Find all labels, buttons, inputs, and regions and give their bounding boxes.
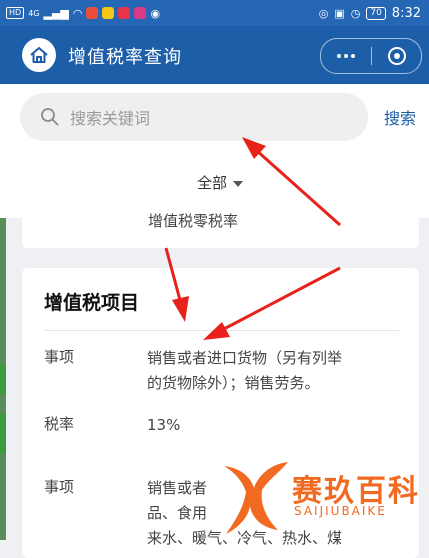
more-dots-icon[interactable]: [321, 39, 371, 73]
watermark-subtext: SAIJIUBAIKE: [294, 504, 387, 518]
qq-icon: ◉: [150, 6, 161, 20]
search-icon: [41, 108, 59, 126]
network-indicator: 4G: [28, 8, 40, 18]
notification-app-icon: [134, 7, 147, 19]
page-title: 增值税率查询: [68, 47, 182, 68]
row-value: 13%: [147, 413, 407, 438]
search-button[interactable]: 搜索: [384, 105, 416, 129]
notification-app-icon: [102, 7, 115, 19]
hd-indicator: HD: [6, 7, 25, 19]
capsule-menu: [320, 38, 422, 74]
card-title: 增值税项目: [44, 292, 140, 314]
row-value-line: 销售或者进口货物（另有列举: [147, 349, 343, 367]
notification-app-icon: [86, 7, 99, 19]
row-label: 税率: [44, 415, 75, 433]
row-value-line: 的货物除外）；销售劳务。: [147, 374, 320, 392]
row-value-line: 13%: [147, 416, 181, 434]
watermark: 赛玖百科 SAIJIUBAIKE: [222, 458, 422, 538]
previous-card-text: 增值税零税率: [148, 212, 239, 230]
signal-icon: ▂▄▆: [43, 6, 69, 20]
target-close-icon: [387, 47, 406, 65]
row-label: 事项: [44, 348, 75, 366]
clock: 8:32: [391, 5, 421, 21]
alarm-icon: ◷: [350, 6, 361, 20]
caret-down-icon: [233, 180, 243, 187]
nfc-icon: ▣: [334, 6, 345, 20]
search-input[interactable]: [68, 93, 362, 143]
status-bar: HD 4G ▂▄▆ ◠ ◉ ◎ ▣ ◷ 70 8:32: [0, 0, 429, 26]
home-button[interactable]: [22, 38, 56, 72]
category-filter-dropdown[interactable]: 全部: [0, 172, 429, 193]
search-box[interactable]: [20, 93, 368, 143]
card-divider: [44, 330, 399, 331]
close-miniprogram-button[interactable]: [372, 39, 421, 73]
filter-selected-label: 全部: [196, 174, 227, 192]
wifi-icon: ◠: [72, 6, 83, 20]
row-label: 事项: [44, 478, 75, 496]
mini-program-header: 增值税率查询: [0, 26, 429, 84]
row-value: 销售或者进口货物（另有列举 的货物除外）；销售劳务。: [147, 346, 407, 396]
notification-app-icon: [118, 7, 131, 19]
previous-result-card: 增值税零税率: [22, 198, 419, 248]
eye-icon: ◎: [318, 6, 329, 20]
home-icon: [30, 47, 48, 63]
battery-icon: 70: [366, 6, 386, 20]
whale-tail-logo-icon: [224, 462, 288, 534]
